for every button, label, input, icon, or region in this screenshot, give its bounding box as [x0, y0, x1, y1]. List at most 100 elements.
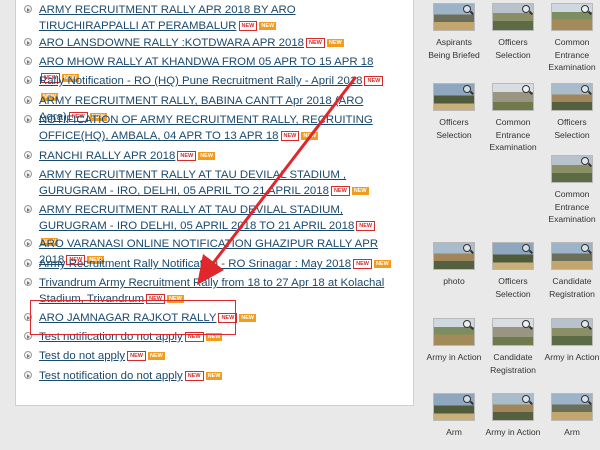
gallery-caption: Arm: [564, 427, 580, 437]
magnifier-icon[interactable]: [581, 244, 589, 252]
gallery-caption: Army in Action: [544, 352, 600, 362]
gallery-thumbnail[interactable]: [551, 3, 593, 31]
gallery-tile[interactable]: Common Entrance Examination: [543, 3, 600, 74]
gallery-caption: Candidate Registration: [549, 276, 595, 299]
highlight-box: [30, 300, 236, 335]
gallery-thumbnail[interactable]: [551, 155, 593, 183]
list-item: ARMY RECRUITMENT RALLY AT TAU DEVILAL ST…: [24, 167, 392, 199]
new-badge-icon: NEW: [205, 371, 223, 380]
magnifier-icon[interactable]: [522, 5, 530, 13]
magnifier-icon[interactable]: [581, 320, 589, 328]
gallery-tile[interactable]: Army in Action: [484, 393, 542, 439]
magnifier-icon[interactable]: [581, 5, 589, 13]
notification-link[interactable]: ARMY RECRUITMENT RALLY APR 2018 BY ARO T…: [39, 2, 392, 34]
magnifier-icon[interactable]: [581, 157, 589, 165]
gallery-tile[interactable]: Candidate Registration: [543, 242, 600, 300]
gallery-tile[interactable]: Common Entrance Examination: [543, 155, 600, 226]
bullet-arrow-icon: [24, 151, 32, 159]
magnifier-icon[interactable]: [463, 395, 471, 403]
magnifier-icon[interactable]: [522, 395, 530, 403]
bullet-arrow-icon: [24, 57, 32, 65]
magnifier-icon[interactable]: [522, 85, 530, 93]
gallery-caption: Common Entrance Examination: [548, 37, 596, 72]
gallery-thumbnail[interactable]: [492, 3, 534, 31]
gallery-thumbnail[interactable]: [492, 242, 534, 270]
gallery-thumbnail[interactable]: [433, 242, 475, 270]
new-badge-icon: NEW: [326, 38, 344, 47]
magnifier-icon[interactable]: [463, 320, 471, 328]
gallery-tile[interactable]: photo: [425, 242, 483, 288]
gallery-caption: Common Entrance Examination: [548, 189, 596, 224]
magnifier-icon[interactable]: [581, 85, 589, 93]
gallery-thumbnail[interactable]: [551, 393, 593, 421]
magnifier-icon[interactable]: [463, 5, 471, 13]
gallery-tile[interactable]: Officers Selection: [484, 3, 542, 61]
bullet-arrow-icon: [24, 278, 32, 286]
new-badge-icon: NEW: [239, 313, 257, 322]
gallery-tile[interactable]: Candidate Registration: [484, 318, 542, 376]
bullet-arrow-icon: [24, 351, 32, 359]
bullet-arrow-icon: [24, 38, 32, 46]
list-item: Test do not apply NEW NEW: [24, 348, 392, 364]
gallery-thumbnail[interactable]: [433, 83, 475, 111]
notification-link[interactable]: NOTIFICATION OF ARMY RECRUITMENT RALLY, …: [39, 112, 392, 144]
new-badge-icon: NEW: [127, 350, 146, 361]
new-badge-icon: NEW: [353, 258, 372, 269]
new-badge-icon: NEW: [198, 151, 216, 160]
gallery-thumbnail[interactable]: [433, 3, 475, 31]
gallery-caption: Candidate Registration: [490, 352, 536, 375]
notification-link[interactable]: ARO LANSDOWNE RALLY :KOTDWARA APR 2018 NE…: [39, 35, 392, 51]
gallery-thumbnail[interactable]: [433, 393, 475, 421]
gallery-thumbnail[interactable]: [551, 242, 593, 270]
gallery-tile[interactable]: Arm: [425, 393, 483, 439]
gallery-caption: Aspirants Being Briefed: [428, 37, 480, 60]
gallery-caption: photo: [443, 276, 465, 286]
bullet-arrow-icon: [24, 205, 32, 213]
bullet-arrow-icon: [24, 259, 32, 267]
list-item: Test notification do not apply NEW NEW: [24, 368, 392, 384]
gallery-caption: Officers Selection: [495, 276, 531, 299]
new-badge-icon: NEW: [184, 370, 204, 381]
photo-gallery: Aspirants Being Briefed Officers Selecti…: [425, 0, 600, 450]
magnifier-icon[interactable]: [581, 395, 589, 403]
notification-link[interactable]: Test notification do not apply NEW NEW: [39, 368, 392, 384]
gallery-tile[interactable]: Aspirants Being Briefed: [425, 3, 483, 61]
gallery-thumbnail[interactable]: [492, 393, 534, 421]
gallery-thumbnail[interactable]: [433, 318, 475, 346]
gallery-thumbnail[interactable]: [492, 318, 534, 346]
bullet-arrow-icon: [24, 96, 32, 104]
new-badge-icon: NEW: [147, 351, 165, 360]
new-badge-icon: NEW: [280, 130, 300, 141]
gallery-caption: Officers Selection: [436, 117, 472, 140]
list-item: Army Recruitment Rally Notification - RO…: [24, 256, 392, 272]
bullet-arrow-icon: [24, 115, 32, 123]
gallery-thumbnail[interactable]: [492, 83, 534, 111]
gallery-tile[interactable]: Common Entrance Examination: [484, 83, 542, 154]
bullet-arrow-icon: [24, 371, 32, 379]
new-badge-icon: NEW: [356, 220, 376, 231]
notification-link[interactable]: Army Recruitment Rally Notification - RO…: [39, 256, 392, 272]
magnifier-icon[interactable]: [522, 320, 530, 328]
new-badge-icon: NEW: [364, 75, 384, 86]
notification-link[interactable]: RANCHI RALLY APR 2018 NEW NEW: [39, 148, 392, 164]
bullet-arrow-icon: [24, 170, 32, 178]
magnifier-icon[interactable]: [463, 85, 471, 93]
new-badge-icon: NEW: [306, 37, 325, 48]
gallery-tile[interactable]: Officers Selection: [543, 83, 600, 141]
bullet-arrow-icon: [24, 5, 32, 13]
bullet-arrow-icon: [24, 239, 32, 247]
magnifier-icon[interactable]: [463, 244, 471, 252]
gallery-tile[interactable]: Army in Action: [543, 318, 600, 364]
gallery-tile[interactable]: Officers Selection: [425, 83, 483, 141]
gallery-thumbnail[interactable]: [551, 318, 593, 346]
notification-link[interactable]: Test do not apply NEW NEW: [39, 348, 392, 364]
gallery-tile[interactable]: Arm: [543, 393, 600, 439]
gallery-thumbnail[interactable]: [551, 83, 593, 111]
bullet-arrow-icon: [24, 76, 32, 84]
new-badge-icon: NEW: [301, 131, 319, 140]
magnifier-icon[interactable]: [522, 244, 530, 252]
gallery-tile[interactable]: Army in Action: [425, 318, 483, 364]
new-badge-icon: NEW: [177, 150, 197, 161]
gallery-tile[interactable]: Officers Selection: [484, 242, 542, 300]
notification-link[interactable]: ARMY RECRUITMENT RALLY AT TAU DEVILAL ST…: [39, 167, 392, 199]
